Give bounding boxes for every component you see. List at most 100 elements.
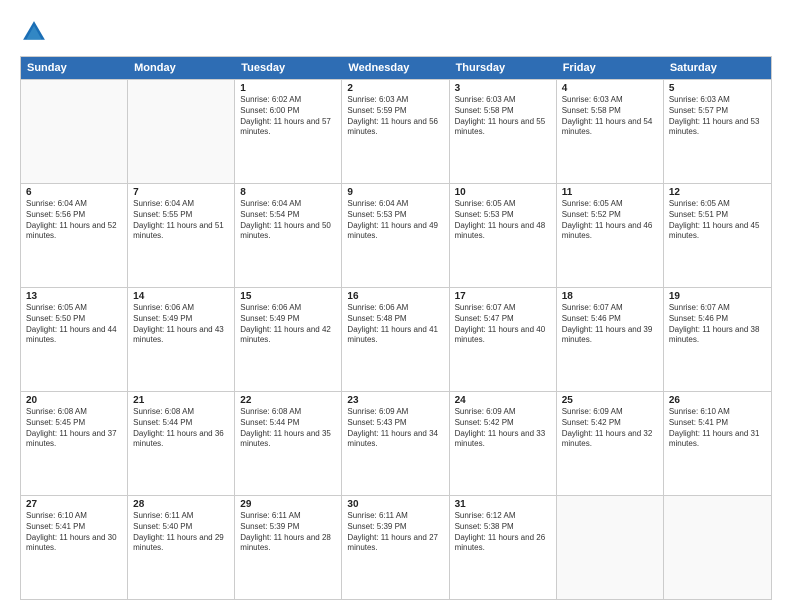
day-number: 23 — [347, 395, 443, 406]
cell-info: Sunrise: 6:10 AMSunset: 5:41 PMDaylight:… — [669, 407, 766, 450]
calendar-cell: 8Sunrise: 6:04 AMSunset: 5:54 PMDaylight… — [235, 184, 342, 287]
calendar-cell: 25Sunrise: 6:09 AMSunset: 5:42 PMDayligh… — [557, 392, 664, 495]
calendar-cell: 24Sunrise: 6:09 AMSunset: 5:42 PMDayligh… — [450, 392, 557, 495]
cell-info: Sunrise: 6:03 AMSunset: 5:57 PMDaylight:… — [669, 95, 766, 138]
calendar-cell: 29Sunrise: 6:11 AMSunset: 5:39 PMDayligh… — [235, 496, 342, 599]
cell-info: Sunrise: 6:11 AMSunset: 5:39 PMDaylight:… — [347, 511, 443, 554]
calendar-row-1: 6Sunrise: 6:04 AMSunset: 5:56 PMDaylight… — [21, 183, 771, 287]
calendar-header: SundayMondayTuesdayWednesdayThursdayFrid… — [21, 57, 771, 79]
cell-info: Sunrise: 6:11 AMSunset: 5:40 PMDaylight:… — [133, 511, 229, 554]
cell-info: Sunrise: 6:12 AMSunset: 5:38 PMDaylight:… — [455, 511, 551, 554]
cell-info: Sunrise: 6:07 AMSunset: 5:46 PMDaylight:… — [669, 303, 766, 346]
cell-info: Sunrise: 6:04 AMSunset: 5:55 PMDaylight:… — [133, 199, 229, 242]
cell-info: Sunrise: 6:04 AMSunset: 5:54 PMDaylight:… — [240, 199, 336, 242]
day-number: 25 — [562, 395, 658, 406]
calendar-cell: 28Sunrise: 6:11 AMSunset: 5:40 PMDayligh… — [128, 496, 235, 599]
day-number: 18 — [562, 291, 658, 302]
calendar-cell: 30Sunrise: 6:11 AMSunset: 5:39 PMDayligh… — [342, 496, 449, 599]
calendar-cell: 6Sunrise: 6:04 AMSunset: 5:56 PMDaylight… — [21, 184, 128, 287]
calendar-cell: 19Sunrise: 6:07 AMSunset: 5:46 PMDayligh… — [664, 288, 771, 391]
day-number: 13 — [26, 291, 122, 302]
cell-info: Sunrise: 6:05 AMSunset: 5:53 PMDaylight:… — [455, 199, 551, 242]
cell-info: Sunrise: 6:06 AMSunset: 5:49 PMDaylight:… — [133, 303, 229, 346]
calendar-cell — [664, 496, 771, 599]
calendar-cell: 31Sunrise: 6:12 AMSunset: 5:38 PMDayligh… — [450, 496, 557, 599]
calendar-row-4: 27Sunrise: 6:10 AMSunset: 5:41 PMDayligh… — [21, 495, 771, 599]
cell-info: Sunrise: 6:05 AMSunset: 5:51 PMDaylight:… — [669, 199, 766, 242]
calendar-cell: 10Sunrise: 6:05 AMSunset: 5:53 PMDayligh… — [450, 184, 557, 287]
calendar-cell: 9Sunrise: 6:04 AMSunset: 5:53 PMDaylight… — [342, 184, 449, 287]
header-day-wednesday: Wednesday — [342, 57, 449, 79]
header-day-tuesday: Tuesday — [235, 57, 342, 79]
cell-info: Sunrise: 6:09 AMSunset: 5:42 PMDaylight:… — [455, 407, 551, 450]
day-number: 21 — [133, 395, 229, 406]
day-number: 14 — [133, 291, 229, 302]
day-number: 27 — [26, 499, 122, 510]
calendar-cell: 14Sunrise: 6:06 AMSunset: 5:49 PMDayligh… — [128, 288, 235, 391]
cell-info: Sunrise: 6:03 AMSunset: 5:59 PMDaylight:… — [347, 95, 443, 138]
day-number: 20 — [26, 395, 122, 406]
cell-info: Sunrise: 6:08 AMSunset: 5:44 PMDaylight:… — [133, 407, 229, 450]
calendar-cell: 27Sunrise: 6:10 AMSunset: 5:41 PMDayligh… — [21, 496, 128, 599]
day-number: 1 — [240, 83, 336, 94]
header — [20, 18, 772, 46]
calendar-row-2: 13Sunrise: 6:05 AMSunset: 5:50 PMDayligh… — [21, 287, 771, 391]
calendar-cell: 20Sunrise: 6:08 AMSunset: 5:45 PMDayligh… — [21, 392, 128, 495]
day-number: 16 — [347, 291, 443, 302]
calendar-cell: 23Sunrise: 6:09 AMSunset: 5:43 PMDayligh… — [342, 392, 449, 495]
calendar-cell: 22Sunrise: 6:08 AMSunset: 5:44 PMDayligh… — [235, 392, 342, 495]
calendar-cell — [128, 80, 235, 183]
day-number: 19 — [669, 291, 766, 302]
logo-icon — [20, 18, 48, 46]
cell-info: Sunrise: 6:04 AMSunset: 5:53 PMDaylight:… — [347, 199, 443, 242]
day-number: 3 — [455, 83, 551, 94]
calendar-cell — [557, 496, 664, 599]
calendar-cell: 16Sunrise: 6:06 AMSunset: 5:48 PMDayligh… — [342, 288, 449, 391]
day-number: 26 — [669, 395, 766, 406]
cell-info: Sunrise: 6:06 AMSunset: 5:48 PMDaylight:… — [347, 303, 443, 346]
calendar-cell: 26Sunrise: 6:10 AMSunset: 5:41 PMDayligh… — [664, 392, 771, 495]
cell-info: Sunrise: 6:03 AMSunset: 5:58 PMDaylight:… — [562, 95, 658, 138]
day-number: 17 — [455, 291, 551, 302]
day-number: 5 — [669, 83, 766, 94]
day-number: 8 — [240, 187, 336, 198]
day-number: 12 — [669, 187, 766, 198]
calendar-row-0: 1Sunrise: 6:02 AMSunset: 6:00 PMDaylight… — [21, 79, 771, 183]
calendar-cell: 21Sunrise: 6:08 AMSunset: 5:44 PMDayligh… — [128, 392, 235, 495]
day-number: 31 — [455, 499, 551, 510]
cell-info: Sunrise: 6:05 AMSunset: 5:50 PMDaylight:… — [26, 303, 122, 346]
logo — [20, 18, 52, 46]
header-day-saturday: Saturday — [664, 57, 771, 79]
cell-info: Sunrise: 6:03 AMSunset: 5:58 PMDaylight:… — [455, 95, 551, 138]
cell-info: Sunrise: 6:02 AMSunset: 6:00 PMDaylight:… — [240, 95, 336, 138]
day-number: 24 — [455, 395, 551, 406]
calendar-row-3: 20Sunrise: 6:08 AMSunset: 5:45 PMDayligh… — [21, 391, 771, 495]
calendar-cell: 7Sunrise: 6:04 AMSunset: 5:55 PMDaylight… — [128, 184, 235, 287]
calendar-cell: 2Sunrise: 6:03 AMSunset: 5:59 PMDaylight… — [342, 80, 449, 183]
calendar-cell: 18Sunrise: 6:07 AMSunset: 5:46 PMDayligh… — [557, 288, 664, 391]
cell-info: Sunrise: 6:07 AMSunset: 5:46 PMDaylight:… — [562, 303, 658, 346]
cell-info: Sunrise: 6:08 AMSunset: 5:45 PMDaylight:… — [26, 407, 122, 450]
day-number: 6 — [26, 187, 122, 198]
calendar-body: 1Sunrise: 6:02 AMSunset: 6:00 PMDaylight… — [21, 79, 771, 599]
calendar-cell — [21, 80, 128, 183]
day-number: 22 — [240, 395, 336, 406]
calendar-cell: 13Sunrise: 6:05 AMSunset: 5:50 PMDayligh… — [21, 288, 128, 391]
cell-info: Sunrise: 6:06 AMSunset: 5:49 PMDaylight:… — [240, 303, 336, 346]
calendar-cell: 5Sunrise: 6:03 AMSunset: 5:57 PMDaylight… — [664, 80, 771, 183]
day-number: 10 — [455, 187, 551, 198]
header-day-thursday: Thursday — [450, 57, 557, 79]
calendar-cell: 12Sunrise: 6:05 AMSunset: 5:51 PMDayligh… — [664, 184, 771, 287]
calendar-cell: 3Sunrise: 6:03 AMSunset: 5:58 PMDaylight… — [450, 80, 557, 183]
day-number: 15 — [240, 291, 336, 302]
calendar-cell: 17Sunrise: 6:07 AMSunset: 5:47 PMDayligh… — [450, 288, 557, 391]
page: SundayMondayTuesdayWednesdayThursdayFrid… — [0, 0, 792, 612]
calendar-cell: 4Sunrise: 6:03 AMSunset: 5:58 PMDaylight… — [557, 80, 664, 183]
cell-info: Sunrise: 6:10 AMSunset: 5:41 PMDaylight:… — [26, 511, 122, 554]
cell-info: Sunrise: 6:09 AMSunset: 5:42 PMDaylight:… — [562, 407, 658, 450]
day-number: 29 — [240, 499, 336, 510]
cell-info: Sunrise: 6:09 AMSunset: 5:43 PMDaylight:… — [347, 407, 443, 450]
day-number: 7 — [133, 187, 229, 198]
header-day-sunday: Sunday — [21, 57, 128, 79]
cell-info: Sunrise: 6:08 AMSunset: 5:44 PMDaylight:… — [240, 407, 336, 450]
